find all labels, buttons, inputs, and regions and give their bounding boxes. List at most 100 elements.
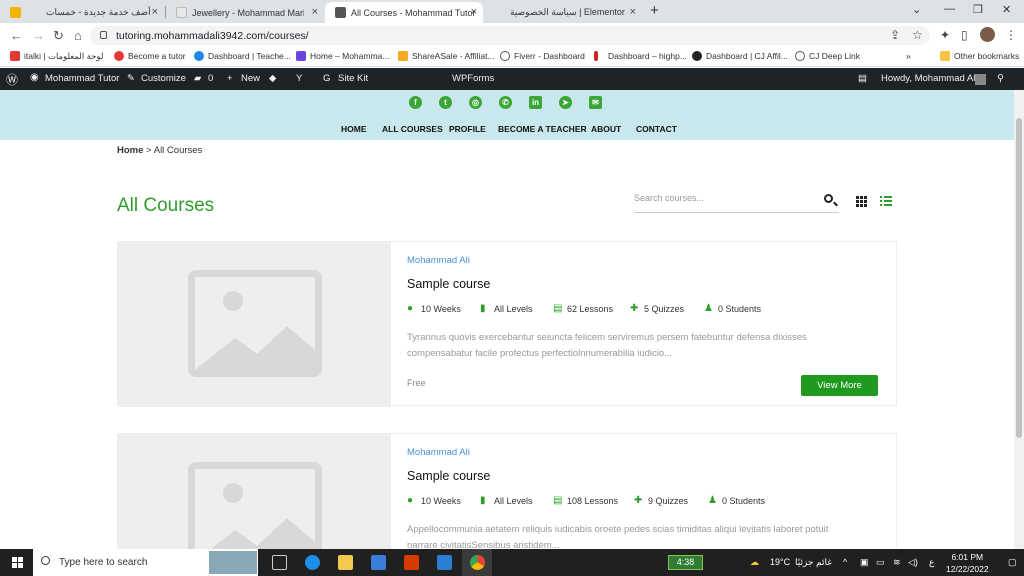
site-kit-link[interactable]: Site Kit <box>338 73 368 84</box>
close-icon[interactable]: × <box>630 6 636 18</box>
bookmark-cj-deep-link[interactable]: CJ Deep Link <box>795 51 860 61</box>
telegram-icon[interactable]: ➤ <box>559 96 572 109</box>
chrome-icon[interactable] <box>470 555 485 570</box>
close-icon[interactable]: × <box>312 6 318 18</box>
search-courses-input[interactable]: Search courses... <box>634 189 839 213</box>
store-icon[interactable] <box>371 555 386 570</box>
omnibox[interactable]: tutoring.mohammadali3942.com/courses/ ⇪ … <box>90 26 930 45</box>
office-icon[interactable] <box>404 555 419 570</box>
course-author[interactable]: Mohammad Ali <box>407 447 470 458</box>
back-icon[interactable]: ← <box>10 28 23 43</box>
level-bars-icon: ▮ <box>480 303 486 314</box>
reload-icon[interactable]: ↻ <box>53 28 64 44</box>
site-name-link[interactable]: Mohammad Tutor <box>45 73 119 84</box>
course-author[interactable]: Mohammad Ali <box>407 255 470 266</box>
menu-icon[interactable]: ⋮ <box>1005 28 1017 42</box>
linkedin-icon[interactable]: in <box>529 96 542 109</box>
notification-icon[interactable]: ▤ <box>858 73 867 84</box>
battery-icon[interactable]: ▭ <box>876 557 885 568</box>
search-icon[interactable] <box>824 194 833 203</box>
diamond-icon[interactable]: ◆ <box>269 73 276 84</box>
nav-all-courses[interactable]: ALL COURSES <box>382 124 443 134</box>
new-tab-button[interactable]: + <box>650 2 659 19</box>
tab-jewellery[interactable]: Jewellery - Mohammad Marketin × <box>166 2 324 23</box>
extensions-icon[interactable]: ✦ <box>940 28 950 42</box>
user-avatar[interactable] <box>975 74 986 85</box>
task-view-icon[interactable] <box>272 555 287 570</box>
volume-icon[interactable]: ◁) <box>908 557 918 568</box>
bookmark-become-tutor[interactable]: Become a tutor <box>114 51 186 61</box>
whatsapp-icon[interactable]: ✆ <box>499 96 512 109</box>
course-title[interactable]: Sample course <box>407 277 490 291</box>
instagram-icon[interactable]: ◎ <box>469 96 482 109</box>
forward-icon[interactable]: → <box>32 28 45 43</box>
facebook-icon[interactable]: f <box>409 96 422 109</box>
bookmark-cj-affiliate[interactable]: Dashboard | CJ Affil... <box>692 51 788 61</box>
bookmark-highp[interactable]: Dashboard – highp... <box>594 51 687 61</box>
nav-about[interactable]: ABOUT <box>591 124 621 134</box>
comments-count[interactable]: 0 <box>208 73 213 84</box>
site-favicon-icon <box>335 7 346 18</box>
taskbar-search[interactable]: Type here to search <box>33 549 258 576</box>
bookmark-label: Dashboard | CJ Affil... <box>706 51 788 61</box>
language-indicator[interactable]: ع <box>929 557 934 568</box>
clock-date: 12/22/2022 <box>946 564 989 574</box>
side-panel-icon[interactable]: ▯ <box>961 28 968 42</box>
bookmark-italki[interactable]: italki | لوحة المعلومات <box>10 51 103 62</box>
grid-view-icon[interactable] <box>856 196 867 207</box>
other-bookmarks[interactable]: Other bookmarks <box>940 51 1019 61</box>
mail-icon[interactable] <box>437 555 452 570</box>
howdy-link[interactable]: Howdy, Mohammad Ali <box>881 73 977 84</box>
breadcrumb-home[interactable]: Home <box>117 145 143 156</box>
tab-elementor[interactable]: سياسة الخصوصية | Elementor × <box>484 2 642 23</box>
email-icon[interactable]: ✉ <box>589 96 602 109</box>
view-more-button[interactable]: View More <box>801 375 878 396</box>
weather-text[interactable]: غائم جزئيًا <box>795 557 832 568</box>
tab-khamsat[interactable]: أضف خدمة جديدة - خمسات × <box>0 2 164 23</box>
url-text[interactable]: tutoring.mohammadali3942.com/courses/ <box>116 30 309 42</box>
nav-home[interactable]: HOME <box>341 124 367 134</box>
search-icon[interactable]: ⚲ <box>997 73 1004 84</box>
close-icon[interactable]: × <box>471 6 477 18</box>
course-title[interactable]: Sample course <box>407 469 490 483</box>
course-thumbnail[interactable] <box>118 242 391 407</box>
star-icon[interactable]: ☆ <box>912 28 923 42</box>
weather-temp[interactable]: 19°C <box>770 557 790 567</box>
close-icon[interactable]: × <box>152 6 158 18</box>
file-explorer-icon[interactable] <box>338 555 353 570</box>
tab-all-courses[interactable]: All Courses - Mohammad Tutor × <box>325 2 483 23</box>
minimize-icon[interactable]: — <box>944 3 955 15</box>
twitter-icon[interactable]: t <box>439 96 452 109</box>
close-window-icon[interactable]: ✕ <box>1002 3 1011 16</box>
bookmark-home[interactable]: Home – Mohamma... <box>296 51 389 61</box>
nav-profile[interactable]: PROFILE <box>449 124 486 134</box>
nav-contact[interactable]: CONTACT <box>636 124 677 134</box>
taskbar-clock[interactable]: 6:01 PM 12/22/2022 <box>946 551 989 575</box>
chevron-down-icon[interactable]: ⌄ <box>912 3 921 16</box>
yoast-icon[interactable]: Y <box>296 73 302 84</box>
share-icon[interactable]: ⇪ <box>890 28 900 42</box>
notifications-icon[interactable]: ▢ <box>1008 557 1017 568</box>
bookmark-fiverr[interactable]: Fiverr - Dashboard <box>500 51 585 61</box>
nav-become-teacher[interactable]: BECOME A TEACHER <box>498 124 587 134</box>
wordpress-logo-icon[interactable]: Ⓦ <box>6 71 18 88</box>
customize-link[interactable]: Customize <box>141 73 186 84</box>
windows-start-icon[interactable] <box>12 557 23 568</box>
edge-icon[interactable] <box>305 555 320 570</box>
list-view-icon[interactable] <box>880 196 892 207</box>
restore-icon[interactable]: ❐ <box>973 3 983 16</box>
wpforms-link[interactable]: WPForms <box>452 73 494 84</box>
more-bookmarks-button[interactable]: » <box>906 51 911 61</box>
course-thumbnail[interactable] <box>118 434 391 569</box>
home-icon[interactable]: ⌂ <box>74 28 82 43</box>
course-students: ♟ 0 Students <box>704 304 761 315</box>
meet-icon[interactable]: ▣ <box>860 557 869 568</box>
profile-avatar[interactable] <box>980 27 995 42</box>
timer-widget[interactable]: 4:38 <box>668 555 703 570</box>
bookmark-shareasale[interactable]: ShareASale - Affiliat... <box>398 51 495 61</box>
new-content-link[interactable]: New <box>241 73 260 84</box>
bookmark-teacher-dashboard[interactable]: Dashboard | Teache... <box>194 51 291 61</box>
scrollbar-thumb[interactable] <box>1016 118 1022 438</box>
chevron-up-icon[interactable]: ^ <box>843 557 847 567</box>
wifi-icon[interactable]: ≋ <box>893 557 901 568</box>
